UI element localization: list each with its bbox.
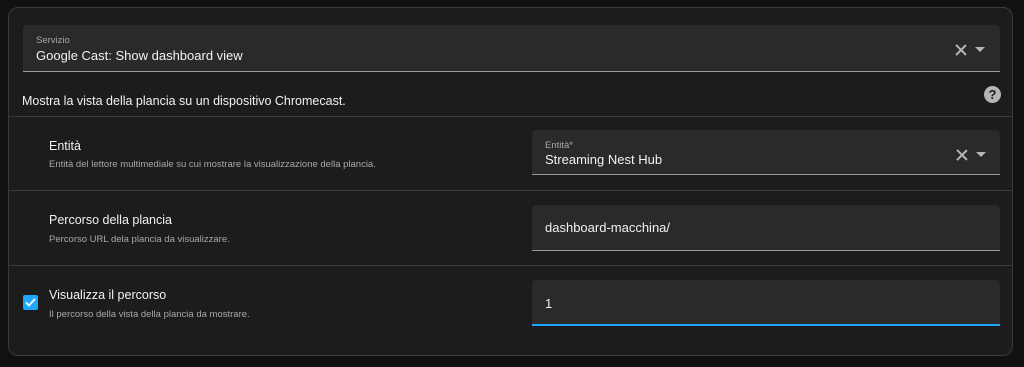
dashboard-path-title: Percorso della plancia — [49, 213, 172, 227]
service-select[interactable]: Servizio Google Cast: Show dashboard vie… — [23, 25, 1000, 72]
dashboard-path-input[interactable]: dashboard-macchina/ — [532, 205, 1000, 251]
entity-select-label: Entità* — [545, 140, 573, 151]
divider — [9, 116, 1012, 117]
clear-icon[interactable] — [956, 149, 968, 161]
service-select-value: Google Cast: Show dashboard view — [36, 48, 243, 63]
view-path-input[interactable]: 1 — [532, 280, 1000, 326]
dashboard-path-value: dashboard-macchina/ — [545, 220, 671, 235]
divider — [9, 265, 1012, 266]
divider — [9, 190, 1012, 191]
view-path-subtitle: Il percorso della vista della plancia da… — [49, 309, 250, 320]
entity-select[interactable]: Entità* Streaming Nest Hub — [532, 130, 1000, 175]
checkmark-icon — [25, 298, 36, 307]
dashboard-path-subtitle: Percorso URL dela plancia da visualizzar… — [49, 234, 230, 245]
entity-subtitle: Entità del lettore multimediale su cui m… — [49, 159, 376, 170]
clear-icon[interactable] — [955, 44, 967, 56]
help-icon[interactable]: ? — [984, 86, 1001, 103]
service-description: Mostra la vista della plancia su un disp… — [22, 94, 346, 108]
entity-title: Entità — [49, 139, 81, 153]
service-select-label: Servizio — [36, 35, 70, 46]
view-path-value: 1 — [545, 296, 553, 311]
chevron-down-icon[interactable] — [976, 152, 986, 157]
chevron-down-icon[interactable] — [975, 47, 985, 52]
view-path-checkbox[interactable] — [23, 295, 38, 310]
entity-select-value: Streaming Nest Hub — [545, 152, 663, 167]
view-path-title: Visualizza il percorso — [49, 288, 167, 302]
service-card: Servizio Google Cast: Show dashboard vie… — [8, 7, 1013, 356]
